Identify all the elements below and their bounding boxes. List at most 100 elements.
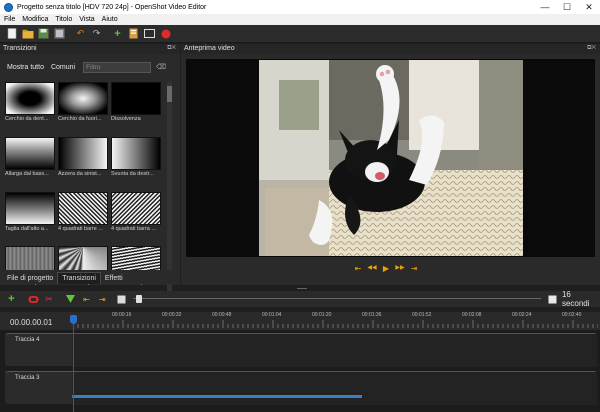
track-lane[interactable] [72, 372, 597, 405]
ruler-tick-label: 00:00:48 [212, 312, 232, 318]
transition-search-input[interactable]: Filtro [83, 61, 152, 73]
panel-float-close-icon[interactable]: ⧉✕ [587, 45, 596, 52]
new-project-icon[interactable] [5, 27, 18, 40]
splitter-grip[interactable] [297, 285, 307, 289]
timeline-horizontal-scrollbar[interactable] [72, 395, 362, 398]
fast-forward-button[interactable]: ▶▶ [393, 264, 407, 273]
transition-label: 4 quadrati barra ... [111, 225, 156, 232]
transition-label: Cerchio da dent... [5, 116, 49, 122]
center-timeline-icon[interactable] [116, 293, 129, 306]
transition-label: Cerchio da fuori... [58, 116, 102, 122]
jump-to-start-button[interactable]: ⇤ [351, 264, 365, 273]
add-track-icon[interactable]: + [5, 293, 18, 306]
scrollbar-thumb[interactable] [167, 86, 172, 102]
transition-thumbnail [111, 191, 161, 225]
video-preview-panel: Anteprima video ⧉✕ ⇤ ◀◀ ▶ ▶▶ ⇥ [181, 44, 600, 285]
tab-effects[interactable]: Effetti [101, 273, 127, 284]
save-project-icon[interactable] [37, 27, 50, 40]
main-toolbar: ↶ ↷ + [0, 25, 600, 43]
transition-thumbnail [111, 82, 161, 115]
transition-thumbnail [5, 191, 55, 225]
window-titlebar: Progetto senza titolo [HDV 720 24p] - Op… [0, 0, 600, 14]
ruler-tick-label: 00:02:24 [512, 312, 532, 318]
transition-item[interactable]: Svuota da destr... [111, 136, 161, 180]
transition-label: 4 quadrati barre ... [58, 225, 103, 232]
track-name: Traccia 3 [15, 375, 40, 381]
transition-item[interactable]: Taglia dall'alto a... [5, 191, 55, 235]
transition-item[interactable]: 4 quadrati barra ... [111, 191, 161, 235]
close-button[interactable]: ✕ [578, 0, 600, 14]
timeline-ruler[interactable]: 00.00.00.01 00:00:16 00:00:32 00:00:48 0… [0, 312, 600, 330]
playhead-line [73, 315, 74, 412]
zoom-slider[interactable] [133, 295, 542, 303]
menu-edit[interactable]: Modifica [22, 16, 48, 23]
menu-title[interactable]: Titolo [55, 16, 72, 23]
transition-thumbnail [5, 82, 55, 115]
transition-thumbnail [58, 191, 108, 225]
ruler-tick-label: 00:02:40 [562, 312, 582, 318]
maximize-button[interactable]: ☐ [556, 0, 578, 14]
jump-to-end-button[interactable]: ⇥ [407, 264, 421, 273]
snapping-icon[interactable] [27, 293, 40, 306]
zoom-box-icon [546, 293, 559, 306]
video-frame-image [259, 60, 523, 256]
add-marker-icon[interactable] [64, 293, 77, 306]
ruler-tick-label: 00:02:08 [462, 312, 482, 318]
open-project-icon[interactable] [21, 27, 34, 40]
ruler-tick-label: 00:01:20 [312, 312, 332, 318]
transition-item[interactable]: Allarga dal bass... [5, 136, 55, 180]
transition-label: Allarga dal bass... [5, 170, 49, 177]
next-marker-icon[interactable]: ⇥ [96, 293, 109, 306]
track-lane[interactable] [72, 334, 597, 367]
transition-item[interactable]: Cerchio da dent... [5, 82, 55, 125]
transition-item[interactable]: Cerchio da fuori... [58, 82, 108, 125]
filter-common-button[interactable]: Comuni [48, 62, 78, 73]
timeline-toolbar: + ✂ ⇤ ⇥ 16 secondi [0, 290, 600, 308]
add-track-icon[interactable]: + [111, 27, 124, 40]
transition-filters: Mostra tutto Comuni Filtro ⌫ [0, 60, 180, 74]
current-timecode: 00.00.00.01 [10, 318, 53, 327]
choose-profile-icon[interactable] [127, 27, 140, 40]
transition-thumbnail [5, 136, 55, 170]
import-files-icon[interactable] [53, 27, 66, 40]
track-row[interactable]: Traccia 4 [5, 333, 597, 367]
ruler-ticks [73, 320, 598, 328]
previous-marker-icon[interactable]: ⇤ [80, 293, 93, 306]
timeline-tracks: Traccia 4 Traccia 3 [0, 330, 600, 412]
transition-item[interactable]: Azzera da sinist... [58, 136, 108, 180]
tab-transitions[interactable]: Transizioni [57, 272, 101, 284]
razor-icon[interactable]: ✂ [43, 293, 56, 306]
rewind-button[interactable]: ◀◀ [365, 264, 379, 273]
transition-item[interactable]: Dissolvenza [111, 82, 161, 125]
export-video-icon[interactable] [159, 27, 172, 40]
transitions-scrollbar[interactable] [167, 82, 172, 298]
ruler-tick-label: 00:01:52 [412, 312, 432, 318]
menu-bar: File Modifica Titolo Vista Aiuto [0, 14, 600, 25]
track-row[interactable]: Traccia 3 [5, 371, 597, 405]
transition-item[interactable]: 4 quadrati barre ... [58, 191, 108, 235]
transition-thumbnail [58, 82, 108, 115]
playhead-handle[interactable] [70, 315, 77, 324]
undo-icon[interactable]: ↶ [74, 27, 87, 40]
menu-view[interactable]: Vista [79, 16, 94, 23]
tab-project-files[interactable]: File di progetto [3, 273, 57, 284]
panel-title-transitions: Transizioni [0, 44, 180, 54]
ruler-tick-label: 00:01:36 [362, 312, 382, 318]
filter-show-all-button[interactable]: Mostra tutto [4, 62, 47, 73]
fullscreen-icon[interactable] [143, 27, 156, 40]
menu-help[interactable]: Aiuto [102, 16, 118, 23]
play-button[interactable]: ▶ [379, 264, 393, 273]
transition-label: Svuota da destr... [111, 170, 154, 177]
clear-filter-icon[interactable]: ⌫ [156, 63, 166, 71]
panel-float-close-icon[interactable]: ⧉✕ [167, 45, 176, 52]
ruler-tick-label: 00:00:32 [162, 312, 182, 318]
window-title: Progetto senza titolo [HDV 720 24p] - Op… [17, 3, 207, 11]
redo-icon[interactable]: ↷ [90, 27, 103, 40]
transition-label: Taglia dall'alto a... [5, 225, 49, 232]
minimize-button[interactable]: — [534, 0, 556, 14]
track-name: Traccia 4 [15, 337, 40, 343]
window-controls: — ☐ ✕ [534, 0, 600, 14]
openshot-app-icon [4, 2, 13, 12]
zoom-slider-handle[interactable] [136, 295, 143, 303]
menu-file[interactable]: File [4, 16, 15, 23]
